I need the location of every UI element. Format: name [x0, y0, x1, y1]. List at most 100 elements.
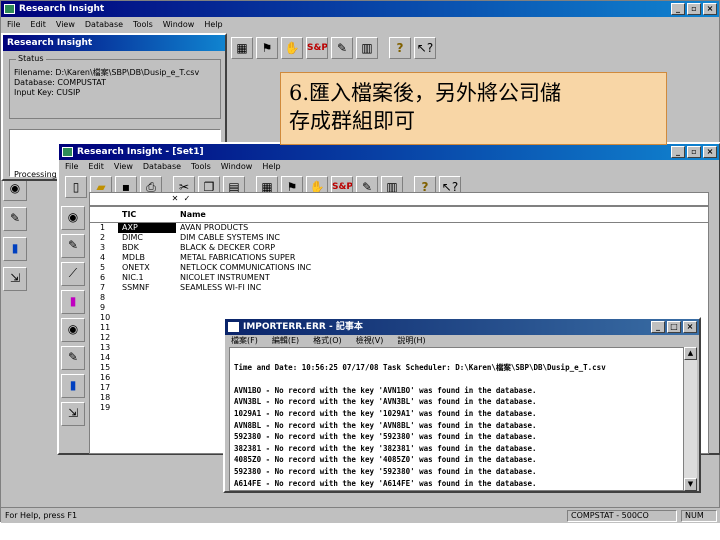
notepad-scrollbar[interactable]: ▲ ▼: [683, 347, 697, 491]
status-bar: For Help, press F1 COMPSTAT - 500CO NUM: [1, 507, 720, 523]
notepad-menu-view[interactable]: 檢視(V): [356, 334, 384, 348]
cell-tic[interactable]: NIC.1: [118, 273, 176, 283]
report-icon[interactable]: ✎: [331, 37, 353, 59]
scroll-down-icon[interactable]: ▼: [684, 478, 697, 491]
table-row[interactable]: 8: [90, 293, 708, 303]
menu-tools[interactable]: Tools: [133, 18, 153, 32]
cell-tic[interactable]: MDLB: [118, 253, 176, 263]
cell-tic[interactable]: [118, 293, 176, 303]
pencil-chart-icon[interactable]: ✎: [3, 207, 27, 231]
cell-tic[interactable]: [118, 303, 176, 313]
app-icon: [4, 4, 15, 14]
camera-icon[interactable]: ◉: [61, 206, 85, 230]
cancel-edit-icon[interactable]: ✕: [170, 194, 180, 204]
cell-tic[interactable]: [118, 403, 176, 413]
table-row[interactable]: 3 BDK BLACK & DECKER CORP: [90, 243, 708, 253]
table-row[interactable]: 6 NIC.1 NICOLET INSTRUMENT: [90, 273, 708, 283]
cell-tic[interactable]: [118, 383, 176, 393]
runner-icon[interactable]: ⚑: [256, 37, 278, 59]
set1-minimize-button[interactable]: _: [671, 146, 685, 158]
set1-menu-view[interactable]: View: [114, 160, 133, 174]
sp-logo-icon[interactable]: S&P: [306, 37, 328, 59]
set1-menu-database[interactable]: Database: [143, 160, 181, 174]
table-row[interactable]: 7 SSMNF SEAMLESS WI-FI INC: [90, 283, 708, 293]
set1-close-button[interactable]: ×: [703, 146, 717, 158]
filename-line: Filename: D:\Karen\檔案\SBP\DB\Dusip_e_T.c…: [14, 68, 200, 77]
table-row[interactable]: 4 MDLB METAL FABRICATIONS SUPER: [90, 253, 708, 263]
pencil-chart-icon[interactable]: ✎: [61, 346, 85, 370]
pencil-chart-icon[interactable]: ✎: [61, 234, 85, 258]
cell-tic[interactable]: BDK: [118, 243, 176, 253]
set1-menu-window[interactable]: Window: [221, 160, 253, 174]
notepad-minimize-button[interactable]: _: [651, 321, 665, 333]
table-row[interactable]: 2 DIMC DIM CABLE SYSTEMS INC: [90, 233, 708, 243]
context-help-icon[interactable]: ↖?: [414, 37, 436, 59]
cell-tic[interactable]: [118, 373, 176, 383]
cell-name[interactable]: SEAMLESS WI-FI INC: [176, 283, 376, 293]
notepad-menu-file[interactable]: 檔案(F): [231, 334, 258, 348]
handshake-icon[interactable]: ✋: [281, 37, 303, 59]
export-icon[interactable]: ⇲: [61, 402, 85, 426]
menu-file[interactable]: File: [7, 18, 20, 32]
notepad-menu-help[interactable]: 說明(H): [397, 334, 425, 348]
set1-menu-file[interactable]: File: [65, 160, 78, 174]
bar-chart-icon[interactable]: ▮: [61, 374, 85, 398]
cell-name[interactable]: METAL FABRICATIONS SUPER: [176, 253, 376, 263]
chart-icon[interactable]: ▦: [231, 37, 253, 59]
cell-name[interactable]: [176, 303, 376, 313]
notepad-close-button[interactable]: ×: [683, 321, 697, 333]
cell-name[interactable]: BLACK & DECKER CORP: [176, 243, 376, 253]
grid-header: TIC Name: [90, 207, 708, 223]
line-chart-icon[interactable]: ⟋: [61, 262, 85, 286]
table-row[interactable]: 9: [90, 303, 708, 313]
camera-icon[interactable]: ◉: [61, 318, 85, 342]
cell-name[interactable]: DIM CABLE SYSTEMS INC: [176, 233, 376, 243]
new-file-icon[interactable]: ▯: [65, 176, 87, 198]
cell-tic[interactable]: [118, 313, 176, 323]
table-row[interactable]: 5 ONETX NETLOCK COMMUNICATIONS INC: [90, 263, 708, 273]
restore-button[interactable]: ▫: [687, 3, 701, 15]
col-header-name[interactable]: Name: [176, 207, 376, 222]
row-number: 1: [100, 223, 106, 232]
menu-help[interactable]: Help: [204, 18, 222, 32]
accept-edit-icon[interactable]: ✓: [182, 194, 192, 204]
bar-chart-icon[interactable]: ▮: [61, 290, 85, 314]
row-number: 4: [100, 253, 106, 262]
cell-name[interactable]: AVAN PRODUCTS: [176, 223, 376, 233]
table-row[interactable]: 1 AXP AVAN PRODUCTS: [90, 223, 708, 233]
notepad-menu-format[interactable]: 格式(O): [313, 334, 342, 348]
notepad-maximize-button[interactable]: □: [667, 321, 681, 333]
cell-tic[interactable]: [118, 323, 176, 333]
set1-restore-button[interactable]: ▫: [687, 146, 701, 158]
set1-menu-help[interactable]: Help: [262, 160, 280, 174]
cell-tic[interactable]: [118, 343, 176, 353]
cell-tic[interactable]: SSMNF: [118, 283, 176, 293]
cell-tic[interactable]: [118, 363, 176, 373]
cell-tic[interactable]: [118, 393, 176, 403]
bar-chart-icon[interactable]: ▮: [3, 237, 27, 261]
cell-name[interactable]: NICOLET INSTRUMENT: [176, 273, 376, 283]
notepad-menu-edit[interactable]: 編輯(E): [272, 334, 299, 348]
menu-window[interactable]: Window: [163, 18, 195, 32]
minimize-button[interactable]: _: [671, 3, 685, 15]
cell-tic[interactable]: DIMC: [118, 233, 176, 243]
help-icon[interactable]: ?: [389, 37, 411, 59]
set1-menu-tools[interactable]: Tools: [191, 160, 211, 174]
cell-name[interactable]: [176, 293, 376, 303]
cell-tic[interactable]: ONETX: [118, 263, 176, 273]
close-button[interactable]: ×: [703, 3, 717, 15]
menu-database[interactable]: Database: [85, 18, 123, 32]
books-icon[interactable]: ▥: [356, 37, 378, 59]
menu-edit[interactable]: Edit: [30, 18, 46, 32]
cell-name[interactable]: NETLOCK COMMUNICATIONS INC: [176, 263, 376, 273]
notepad-text-area[interactable]: Time and Date: 10:56:25 07/17/08 Task Sc…: [229, 347, 685, 491]
cell-tic[interactable]: AXP: [118, 223, 176, 233]
set1-menu-edit[interactable]: Edit: [88, 160, 104, 174]
menu-view[interactable]: View: [56, 18, 75, 32]
col-header-tic[interactable]: TIC: [118, 207, 176, 222]
cell-tic[interactable]: [118, 333, 176, 343]
formula-bar[interactable]: ✕ ✓: [89, 192, 709, 206]
export-icon[interactable]: ⇲: [3, 267, 27, 291]
scroll-up-icon[interactable]: ▲: [684, 347, 697, 360]
cell-tic[interactable]: [118, 353, 176, 363]
